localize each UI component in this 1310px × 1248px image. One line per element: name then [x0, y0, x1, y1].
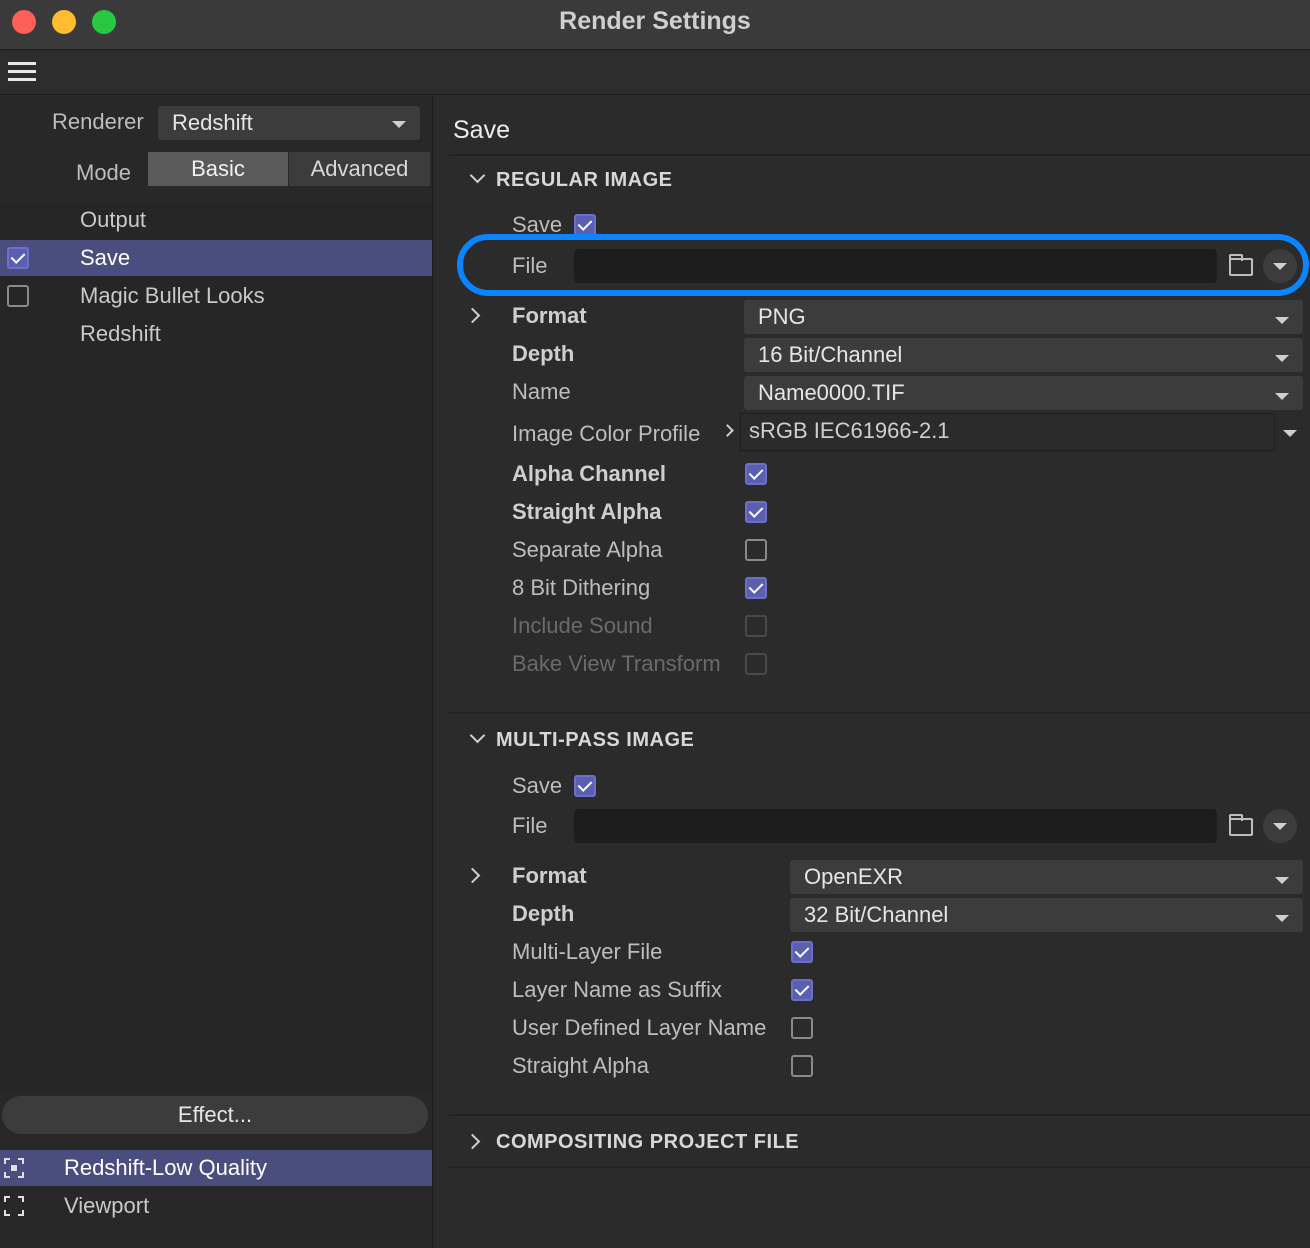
bake-view-transform-checkbox: [745, 653, 767, 675]
8-bit-dithering-checkbox[interactable]: [745, 577, 767, 599]
preset-label: Redshift-Low Quality: [64, 1155, 267, 1180]
user-defined-layer-name-checkbox[interactable]: [791, 1017, 813, 1039]
section-header-regular-image[interactable]: REGULAR IMAGE: [496, 169, 673, 192]
mode-label: Mode: [76, 160, 132, 185]
save-label: Save: [512, 773, 563, 798]
nav-item-label: Magic Bullet Looks: [80, 283, 265, 308]
section-header-multi-pass-image[interactable]: MULTI-PASS IMAGE: [496, 729, 694, 752]
alpha-channel-checkbox[interactable]: [745, 463, 767, 485]
chevron-down-icon: [1275, 877, 1289, 884]
chevron-down-icon: [1273, 823, 1287, 830]
layer-name-as-suffix-checkbox[interactable]: [791, 979, 813, 1001]
format-label: Format: [512, 863, 587, 888]
depth-value: 16 Bit/Channel: [758, 342, 903, 367]
right-panel: Save REGULAR IMAGE Save File Format PNG …: [437, 96, 1310, 1248]
chevron-right-icon[interactable]: [464, 867, 481, 884]
file-label: File: [512, 813, 548, 838]
divider: [449, 154, 1310, 156]
multipass-format-dropdown[interactable]: OpenEXR: [790, 860, 1303, 894]
name-label: Name: [512, 379, 571, 404]
chevron-right-icon[interactable]: [721, 424, 734, 437]
render-preset-icon: [4, 1158, 24, 1178]
toolbar: [0, 51, 1310, 95]
divider: [449, 712, 1310, 714]
nav-item-label: Save: [80, 245, 131, 270]
multi-layer-file-checkbox[interactable]: [791, 941, 813, 963]
format-label: Format: [512, 303, 587, 328]
preset-item-redshift-low-quality[interactable]: Redshift-Low Quality: [0, 1150, 432, 1186]
file-options-dropdown[interactable]: [1263, 809, 1297, 843]
left-panel: Renderer Redshift Mode Basic Advanced Ou…: [0, 96, 433, 1248]
name-value: Name0000.TIF: [758, 380, 905, 405]
folder-icon[interactable]: [1229, 814, 1253, 836]
separate-alpha-checkbox[interactable]: [745, 539, 767, 561]
option-label-multi-layer-file: Multi-Layer File: [512, 939, 663, 964]
nav-item-label: Output: [80, 207, 147, 232]
save-enable-checkbox[interactable]: [7, 247, 29, 269]
regular-name-dropdown[interactable]: Name0000.TIF: [744, 376, 1303, 410]
settings-nav-list: Output Save Magic Bullet Looks Redshift: [0, 202, 432, 1092]
nav-item-save[interactable]: Save: [0, 240, 432, 276]
title-bar: Render Settings: [0, 0, 1310, 50]
render-preset-icon: [4, 1196, 24, 1216]
nav-item-redshift[interactable]: Redshift: [0, 316, 432, 352]
chevron-down-icon: [1275, 317, 1289, 324]
divider: [449, 1114, 1310, 1116]
preset-label: Viewport: [64, 1193, 150, 1218]
nav-item-label: Redshift: [80, 321, 161, 346]
preset-item-viewport[interactable]: Viewport: [0, 1188, 432, 1224]
profile-value: sRGB IEC61966-2.1: [749, 418, 950, 443]
renderer-value: Redshift: [172, 110, 253, 135]
regular-format-dropdown[interactable]: PNG: [744, 300, 1303, 334]
include-sound-checkbox: [745, 615, 767, 637]
image-color-profile-field[interactable]: sRGB IEC61966-2.1: [740, 413, 1275, 451]
renderer-dropdown[interactable]: Redshift: [158, 106, 420, 140]
option-label-alpha-channel: Alpha Channel: [512, 461, 667, 486]
option-label-bake-view-transform: Bake View Transform: [512, 651, 721, 676]
chevron-down-icon: [1275, 915, 1289, 922]
chevron-right-icon[interactable]: [464, 1133, 481, 1150]
nav-item-output[interactable]: Output: [0, 202, 432, 238]
multipass-save-checkbox[interactable]: [574, 775, 596, 797]
section-header-compositing-project-file[interactable]: COMPOSITING PROJECT FILE: [496, 1131, 799, 1154]
image-color-profile-label: Image Color Profile: [512, 421, 701, 446]
effect-button[interactable]: Effect...: [2, 1096, 428, 1134]
chevron-down-icon: [1275, 355, 1289, 362]
regular-depth-dropdown[interactable]: 16 Bit/Channel: [744, 338, 1303, 372]
regular-save-checkbox[interactable]: [574, 214, 596, 236]
depth-value: 32 Bit/Channel: [804, 902, 949, 927]
option-label-straight-alpha: Straight Alpha: [512, 1053, 649, 1078]
format-value: OpenEXR: [804, 864, 904, 889]
magic-bullet-enable-checkbox[interactable]: [7, 285, 29, 307]
option-label-user-defined-layer-name: User Defined Layer Name: [512, 1015, 767, 1040]
option-label-include-sound: Include Sound: [512, 613, 653, 638]
option-label-8-bit-dithering: 8 Bit Dithering: [512, 575, 651, 600]
multipass-file-input[interactable]: [574, 809, 1217, 843]
page-title: Save: [453, 116, 510, 144]
chevron-down-icon[interactable]: [469, 727, 486, 744]
divider: [449, 1166, 1310, 1168]
chevron-right-icon[interactable]: [464, 307, 481, 324]
straight-alpha-checkbox[interactable]: [745, 501, 767, 523]
option-label-layer-name-as-suffix: Layer Name as Suffix: [512, 977, 722, 1002]
chevron-down-icon: [1275, 393, 1289, 400]
hamburger-menu-icon[interactable]: [8, 62, 36, 84]
renderer-label: Renderer: [52, 109, 144, 134]
mode-basic-button[interactable]: Basic: [148, 152, 288, 186]
window-title: Render Settings: [559, 7, 751, 35]
depth-label: Depth: [512, 901, 575, 926]
chevron-down-icon[interactable]: [469, 167, 486, 184]
depth-label: Depth: [512, 341, 575, 366]
mode-advanced-button[interactable]: Advanced: [289, 152, 430, 186]
multipass-straight-alpha-checkbox[interactable]: [791, 1055, 813, 1077]
file-field-highlight: [457, 234, 1309, 296]
format-value: PNG: [758, 304, 806, 329]
multipass-depth-dropdown[interactable]: 32 Bit/Channel: [790, 898, 1303, 932]
nav-item-magic-bullet-looks[interactable]: Magic Bullet Looks: [0, 278, 432, 314]
chevron-down-icon: [392, 121, 406, 128]
chevron-down-icon[interactable]: [1283, 430, 1297, 437]
option-label-straight-alpha: Straight Alpha: [512, 499, 662, 524]
option-label-separate-alpha: Separate Alpha: [512, 537, 663, 562]
